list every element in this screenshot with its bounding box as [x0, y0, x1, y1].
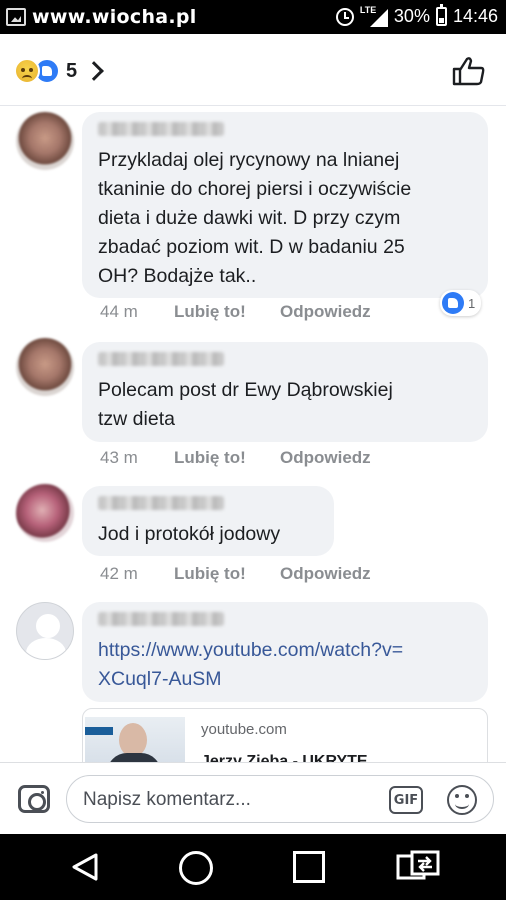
camera-icon[interactable] [18, 785, 50, 813]
comment-time: 43 m [100, 448, 138, 467]
comment-bubble: Przykladaj olej rycynowy na lnianej tkan… [82, 112, 488, 298]
comment-field[interactable]: GIF [66, 775, 494, 823]
recent-apps-icon[interactable] [293, 851, 325, 883]
reaction-count: 5 [66, 59, 78, 82]
reply-button[interactable]: Odpowiedz [280, 564, 371, 584]
author-name-blurred[interactable] [98, 352, 224, 366]
comment-text: Jod i protokół jodowy [98, 523, 281, 545]
comment-meta: 44 m Lubię to! Odpowiedz [100, 302, 371, 322]
system-navigation-bar [0, 834, 506, 900]
comment-list: Przykladaj olej rycynowy na lnianej tkan… [0, 106, 506, 762]
comment-bubble: Jod i protokół jodowy [82, 486, 334, 556]
like-button[interactable]: Lubię to! [174, 302, 280, 322]
comment-link[interactable]: https://www.youtube.com/watch?v= XCuql7-… [98, 636, 472, 694]
preview-domain: youtube.com [201, 721, 287, 738]
reactions-summary[interactable]: 5 [14, 58, 105, 84]
reply-button[interactable]: Odpowiedz [280, 448, 371, 468]
home-icon[interactable] [179, 851, 213, 885]
comment-text: Polecam post dr Ewy Dąbrowskiej tzw diet… [98, 379, 393, 430]
comment-text: Przykladaj olej rycynowy na lnianej tkan… [98, 149, 412, 287]
avatar[interactable] [16, 112, 74, 170]
status-bar: www.wiocha.pl LTE 30% 14:46 [0, 0, 506, 34]
chevron-right-icon[interactable] [84, 61, 105, 81]
comment-composer: GIF [0, 762, 506, 834]
like-outline-icon[interactable] [452, 56, 486, 86]
comment-bubble: https://www.youtube.com/watch?v= XCuql7-… [82, 602, 488, 702]
video-thumbnail[interactable] [85, 717, 185, 762]
comment-bubble: Polecam post dr Ewy Dąbrowskiej tzw diet… [82, 342, 488, 442]
like-button[interactable]: Lubię to! [174, 448, 280, 468]
alarm-icon [335, 7, 354, 26]
clock: 14:46 [452, 6, 498, 26]
like-button[interactable]: Lubię to! [174, 564, 280, 584]
emoji-icon[interactable] [447, 785, 477, 815]
signal-icon: LTE [360, 5, 388, 27]
avatar[interactable] [16, 602, 74, 660]
comment-input[interactable] [83, 786, 373, 814]
like-reaction-icon [442, 292, 464, 314]
comment-meta: 42 m Lubię to! Odpowiedz [100, 564, 371, 584]
sad-reaction-icon [14, 58, 40, 84]
status-left: www.wiocha.pl [6, 6, 197, 28]
reply-button[interactable]: Odpowiedz [280, 302, 371, 322]
preview-title[interactable]: Jerzy Zięba - UKRYTE [201, 753, 368, 762]
avatar[interactable] [16, 484, 74, 542]
back-icon[interactable] [70, 852, 100, 882]
status-right: LTE 30% 14:46 [335, 4, 498, 27]
gallery-notification-icon [6, 8, 26, 26]
watermark: www.wiocha.pl [32, 6, 197, 28]
comment-meta: 43 m Lubię to! Odpowiedz [100, 448, 371, 468]
comment-like-count[interactable]: 1 [440, 290, 482, 316]
comment-time: 44 m [100, 302, 138, 321]
link-preview-card[interactable]: youtube.com Jerzy Zięba - UKRYTE [82, 708, 488, 762]
comment-time: 42 m [100, 564, 138, 583]
switch-apps-icon[interactable] [396, 850, 440, 884]
author-name-blurred[interactable] [98, 612, 224, 626]
reactions-header: 5 [0, 34, 506, 106]
battery-percent: 30% [393, 6, 430, 26]
author-name-blurred[interactable] [98, 496, 224, 510]
like-count: 1 [468, 295, 476, 311]
gif-icon[interactable]: GIF [389, 786, 423, 814]
author-name-blurred[interactable] [98, 122, 224, 136]
battery-icon [435, 4, 447, 26]
avatar[interactable] [16, 338, 74, 396]
